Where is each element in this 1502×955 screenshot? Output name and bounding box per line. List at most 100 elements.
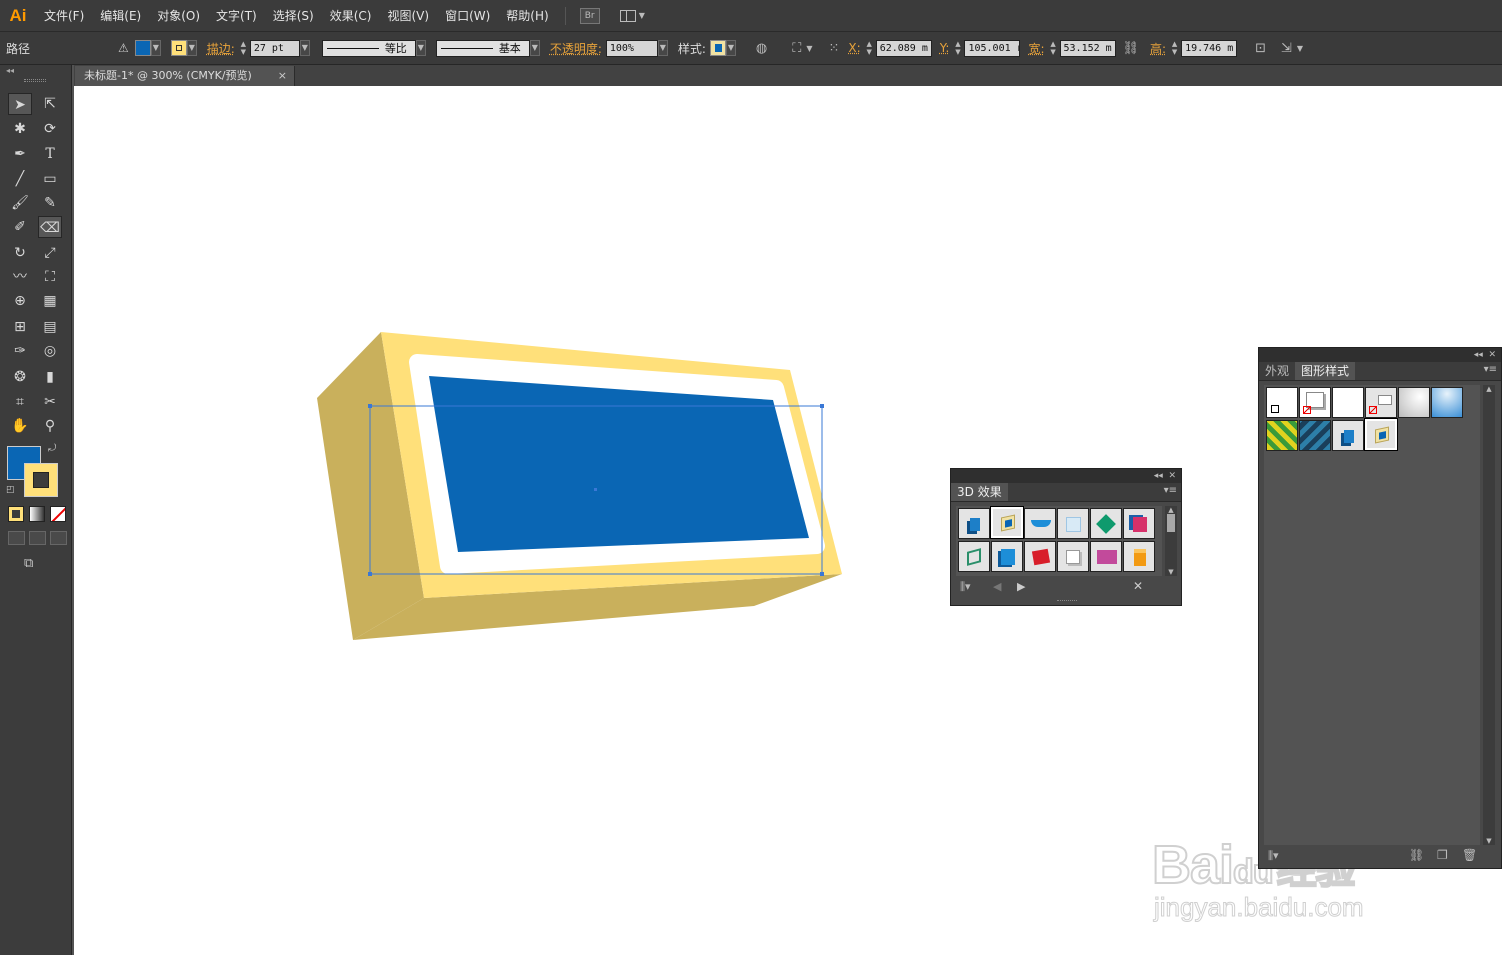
- align-icon[interactable]: ⛶: [792, 41, 801, 56]
- break-link-icon[interactable]: ✕: [1133, 579, 1143, 593]
- selection-handle[interactable]: [368, 572, 372, 576]
- stroke-dropdown[interactable]: ▼: [186, 40, 197, 56]
- stroke-stepper[interactable]: ▲ ▼: [239, 40, 248, 57]
- column-graph-tool-icon[interactable]: ▮: [38, 366, 62, 388]
- lasso-tool-icon[interactable]: ⟳: [38, 118, 62, 140]
- rectangle-tool-icon[interactable]: ▭: [38, 168, 62, 190]
- effect-swatch[interactable]: [958, 508, 990, 539]
- symbol-sprayer-tool-icon[interactable]: ❂: [8, 366, 32, 388]
- menu-type[interactable]: 文字(T): [208, 7, 265, 24]
- y-label[interactable]: Y:: [940, 41, 950, 55]
- selection-handle[interactable]: [368, 404, 372, 408]
- none-mode-icon[interactable]: [50, 506, 66, 522]
- style-swatch[interactable]: [1266, 387, 1298, 418]
- effect-swatch[interactable]: [1057, 508, 1089, 539]
- type-tool-icon[interactable]: T: [38, 143, 62, 165]
- tab-appearance[interactable]: 外观: [1259, 362, 1295, 380]
- menu-effect[interactable]: 效果(C): [322, 7, 380, 24]
- draw-behind-icon[interactable]: [29, 531, 46, 545]
- paintbrush-tool-icon[interactable]: 🖌: [8, 192, 32, 214]
- effects-scrollbar[interactable]: ▲ ▼: [1165, 506, 1177, 576]
- selection-handle[interactable]: [820, 572, 824, 576]
- effect-swatch[interactable]: [1123, 541, 1155, 572]
- style-swatch[interactable]: [1365, 387, 1397, 418]
- previous-icon[interactable]: ◀: [993, 580, 1001, 593]
- style-swatch[interactable]: [1364, 418, 1398, 451]
- draw-normal-icon[interactable]: [8, 531, 25, 545]
- tab-3d-effects[interactable]: 3D 效果: [951, 483, 1008, 501]
- x-input[interactable]: 62.089 m: [875, 39, 932, 57]
- height-input[interactable]: 19.746 m: [1181, 39, 1238, 57]
- y-input[interactable]: 105.001 r: [964, 39, 1021, 57]
- slice-tool-icon[interactable]: ✂: [38, 391, 62, 413]
- brush-definition[interactable]: 基本: [435, 39, 530, 57]
- graphic-styles-scrollbar[interactable]: ▲ ▼: [1483, 385, 1495, 845]
- swap-fill-stroke-icon[interactable]: ⤾: [48, 443, 56, 454]
- eraser-tool-icon[interactable]: ⌫: [38, 216, 62, 238]
- effect-swatch[interactable]: [1024, 508, 1056, 539]
- panel-3d-effects-header[interactable]: ◂◂ ✕: [951, 469, 1181, 483]
- x-stepper[interactable]: ▲ ▼: [865, 40, 874, 57]
- panel-menu-icon[interactable]: ▾≡: [1164, 485, 1177, 496]
- document-tab[interactable]: 未标题-1* @ 300% (CMYK/预览) ×: [75, 66, 295, 86]
- style-swatch[interactable]: [1299, 387, 1331, 418]
- menu-edit[interactable]: 编辑(E): [92, 7, 149, 24]
- close-icon[interactable]: ×: [278, 66, 287, 86]
- graphic-style-dropdown[interactable]: ▼: [725, 40, 736, 56]
- pen-tool-icon[interactable]: ✒: [8, 143, 32, 165]
- inner-blue-panel[interactable]: [429, 376, 809, 552]
- panel-graphic-styles-header[interactable]: ◂◂ ✕: [1259, 348, 1501, 362]
- color-mode-icon[interactable]: [8, 506, 24, 522]
- default-colors-icon[interactable]: ◰: [6, 485, 15, 495]
- selection-tool-icon[interactable]: ➤: [8, 93, 32, 115]
- screen-mode-icon[interactable]: ⧉: [24, 556, 46, 572]
- effect-swatch[interactable]: [958, 541, 990, 572]
- isolate-icon[interactable]: ⇲: [1281, 41, 1292, 56]
- y-stepper[interactable]: ▲ ▼: [953, 40, 962, 57]
- toolbox-collapse-icon[interactable]: ◂◂: [6, 66, 14, 75]
- zoom-tool-icon[interactable]: ⚲: [38, 415, 62, 437]
- mesh-tool-icon[interactable]: ⊞: [8, 316, 32, 338]
- stroke-weight-input[interactable]: 27 pt: [249, 39, 300, 57]
- gradient-mode-icon[interactable]: [29, 506, 45, 522]
- effect-swatch[interactable]: [991, 541, 1023, 572]
- menu-select[interactable]: 选择(S): [265, 7, 322, 24]
- width-label[interactable]: 宽:: [1028, 40, 1044, 57]
- selection-handle[interactable]: [820, 404, 824, 408]
- panel-resize-grip[interactable]: [1057, 600, 1077, 603]
- menu-help[interactable]: 帮助(H): [498, 7, 556, 24]
- artboard-tool-icon[interactable]: ⌗: [8, 391, 32, 413]
- free-transform-tool-icon[interactable]: ⛶: [38, 266, 62, 288]
- fill-swatch[interactable]: [134, 40, 151, 56]
- effect-swatch[interactable]: [1123, 508, 1155, 539]
- direct-selection-tool-icon[interactable]: ⇱: [38, 93, 62, 115]
- tab-graphic-styles[interactable]: 图形样式: [1295, 362, 1356, 380]
- graphic-style-swatch[interactable]: [709, 40, 726, 56]
- line-tool-icon[interactable]: ╱: [8, 168, 32, 190]
- style-swatch[interactable]: [1431, 387, 1463, 418]
- fill-dropdown[interactable]: ▼: [150, 40, 161, 56]
- magic-wand-tool-icon[interactable]: ✱: [8, 118, 32, 140]
- blend-tool-icon[interactable]: ◎: [38, 340, 62, 362]
- effect-swatch[interactable]: [1057, 541, 1089, 572]
- stroke-label[interactable]: 描边:: [207, 40, 235, 57]
- panel-menu-icon[interactable]: ▾≡: [1484, 364, 1497, 375]
- opacity-label[interactable]: 不透明度:: [550, 40, 602, 57]
- opacity-input[interactable]: 100%: [605, 39, 658, 57]
- variable-width-profile[interactable]: 等比: [321, 39, 416, 57]
- toolbox-grip[interactable]: [24, 79, 46, 82]
- warp-tool-icon[interactable]: 〰: [8, 266, 32, 288]
- effect-swatch[interactable]: [1090, 508, 1122, 539]
- profile-dropdown[interactable]: ▼: [415, 40, 426, 56]
- eyedropper-tool-icon[interactable]: ✑: [8, 340, 32, 362]
- hand-tool-icon[interactable]: ✋: [8, 415, 32, 437]
- draw-inside-icon[interactable]: [50, 531, 67, 545]
- transform-icon[interactable]: ⊡: [1255, 41, 1266, 56]
- menu-file[interactable]: 文件(F): [36, 7, 92, 24]
- pencil-tool-icon[interactable]: ✎: [38, 192, 62, 214]
- style-swatch[interactable]: [1332, 387, 1364, 418]
- library-menu-icon[interactable]: ⫼▾: [1268, 849, 1279, 863]
- style-swatch[interactable]: [1266, 420, 1298, 451]
- shape-builder-tool-icon[interactable]: ⊕: [8, 290, 32, 312]
- menu-view[interactable]: 视图(V): [379, 7, 437, 24]
